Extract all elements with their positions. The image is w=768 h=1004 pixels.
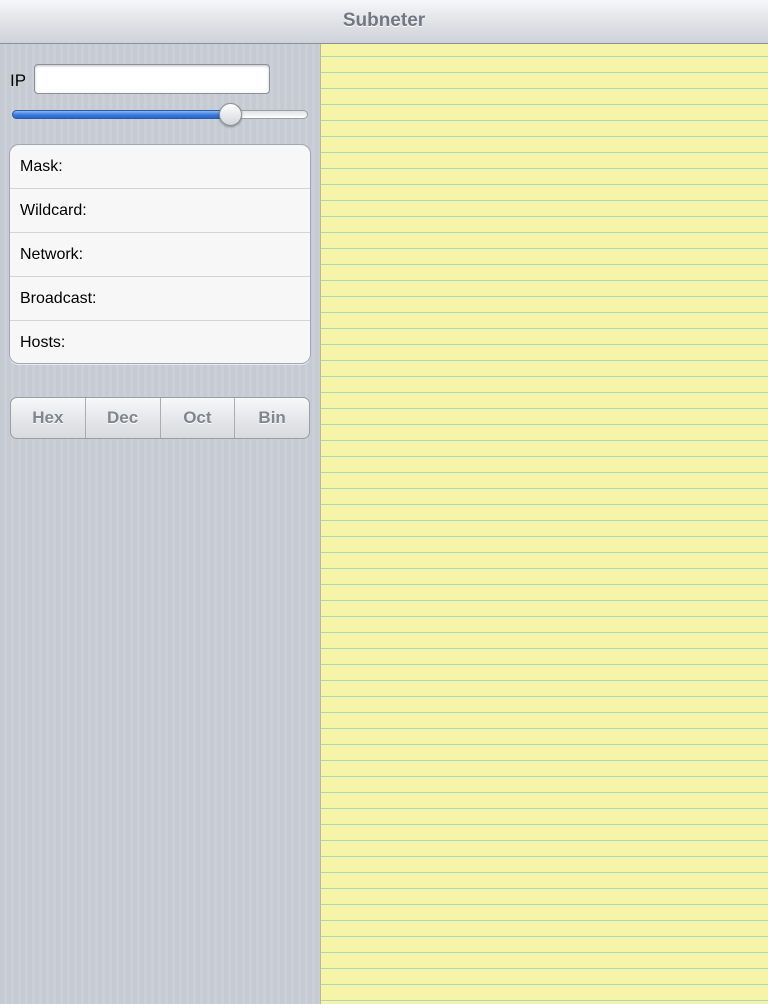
network-row: Network:: [10, 233, 310, 277]
hex-segment[interactable]: Hex: [11, 398, 86, 438]
oct-segment[interactable]: Oct: [161, 398, 236, 438]
wildcard-label: Wildcard:: [20, 202, 87, 219]
ip-input[interactable]: [34, 64, 270, 94]
bin-segment[interactable]: Bin: [235, 398, 309, 438]
slider-track-fill: [12, 110, 231, 119]
sidebar-panel: IP Mask: Wildcard: Network: Broadcast: H…: [0, 44, 320, 1004]
mask-row: Mask:: [10, 145, 310, 189]
broadcast-row: Broadcast:: [10, 277, 310, 321]
hosts-label: Hosts:: [20, 334, 66, 351]
notepad-area[interactable]: [320, 44, 768, 1004]
network-label: Network:: [20, 246, 84, 263]
number-base-segmented-control: Hex Dec Oct Bin: [10, 397, 310, 439]
mask-label: Mask:: [20, 158, 63, 175]
subnet-info-table: Mask: Wildcard: Network: Broadcast: Host…: [9, 144, 311, 364]
broadcast-label: Broadcast:: [20, 290, 97, 307]
dec-segment[interactable]: Dec: [86, 398, 161, 438]
hosts-row: Hosts:: [10, 321, 310, 363]
navigation-bar: Subneter: [0, 0, 768, 44]
prefix-slider[interactable]: [12, 103, 308, 126]
app-title: Subneter: [342, 10, 426, 31]
ip-label: IP: [10, 71, 27, 90]
slider-thumb[interactable]: [218, 103, 242, 126]
wildcard-row: Wildcard:: [10, 189, 310, 233]
